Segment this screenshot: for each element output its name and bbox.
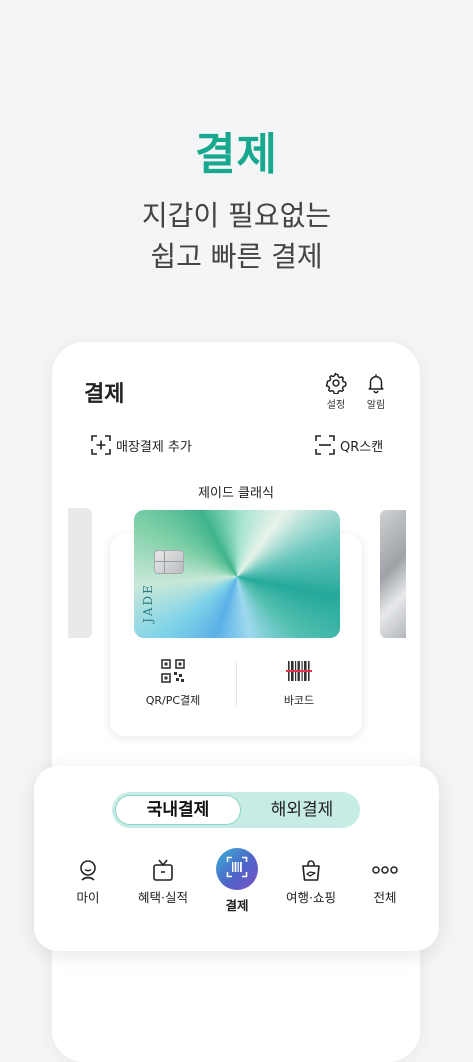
barcode-label: 바코드 xyxy=(283,694,315,707)
qr-code-icon xyxy=(161,659,185,683)
nav-item-my[interactable]: 마이 xyxy=(53,858,123,906)
scan-frame-icon xyxy=(315,435,335,455)
bottom-sheet: 국내결제 해외결제 마이 혜택·실적 결제 여행·쇼핑 전체 xyxy=(34,766,439,951)
next-card[interactable] xyxy=(380,510,406,638)
previous-card[interactable] xyxy=(68,508,92,638)
add-frame-icon xyxy=(91,435,111,455)
alarm-label: 알림 xyxy=(366,400,386,411)
add-store-payment-button[interactable]: 매장결제 추가 xyxy=(90,434,192,456)
phone-screen: 결제 설정 알림 매장결제 추가 QR스캔 제이드 클래식 QR/PC결제 바코… xyxy=(52,342,420,1062)
user-icon xyxy=(80,860,96,881)
more-icon xyxy=(372,866,398,874)
nav-item-payment-label: 결제 xyxy=(225,898,249,913)
shopping-bag-icon xyxy=(302,860,320,881)
barcode-icon xyxy=(286,661,312,681)
overseas-payment-tab[interactable]: 해외결제 xyxy=(246,795,358,825)
barcode-button[interactable]: 바코드 xyxy=(236,658,362,708)
gift-icon xyxy=(153,859,173,881)
qr-pc-payment-button[interactable]: QR/PC결제 xyxy=(110,658,236,708)
card-name: 제이드 클래식 xyxy=(198,486,274,501)
nav-item-benefits-label: 혜택·실적 xyxy=(138,890,188,905)
qr-pc-payment-label: QR/PC결제 xyxy=(145,694,201,707)
nav-item-payment[interactable]: 결제 xyxy=(202,848,272,914)
payment-circle xyxy=(216,848,258,890)
payment-region-toggle: 국내결제 해외결제 xyxy=(112,792,360,828)
nav-item-all-label: 전체 xyxy=(373,890,397,905)
card-chip xyxy=(154,550,184,574)
settings-label: 설정 xyxy=(326,400,346,411)
domestic-payment-tab[interactable]: 국내결제 xyxy=(115,795,241,825)
nav-item-travel-shopping[interactable]: 여행·쇼핑 xyxy=(276,858,346,906)
alarm-button[interactable]: 알림 xyxy=(356,372,396,411)
card-brand-text: JADE xyxy=(140,583,155,623)
card-image[interactable]: JADE xyxy=(134,510,340,638)
nav-item-benefits[interactable]: 혜택·실적 xyxy=(128,858,198,906)
gear-icon xyxy=(325,372,347,394)
nav-item-my-label: 마이 xyxy=(76,890,100,905)
qr-scan-button[interactable]: QR스캔 xyxy=(314,434,383,456)
barcode-scan-icon xyxy=(226,856,248,877)
hero-title: 결제 xyxy=(195,129,278,180)
page-title: 결제 xyxy=(84,382,125,407)
hero-subtitle-line2: 쉽고 빠른 결제 xyxy=(150,240,323,273)
bell-icon xyxy=(368,374,384,394)
qr-scan-label: QR스캔 xyxy=(340,439,384,455)
add-store-payment-label: 매장결제 추가 xyxy=(116,439,192,455)
nav-item-all[interactable]: 전체 xyxy=(350,858,420,906)
nav-item-travel-shopping-label: 여행·쇼핑 xyxy=(286,890,336,905)
settings-button[interactable]: 설정 xyxy=(316,372,356,411)
hero-subtitle-line1: 지갑이 필요없는 xyxy=(141,199,332,232)
